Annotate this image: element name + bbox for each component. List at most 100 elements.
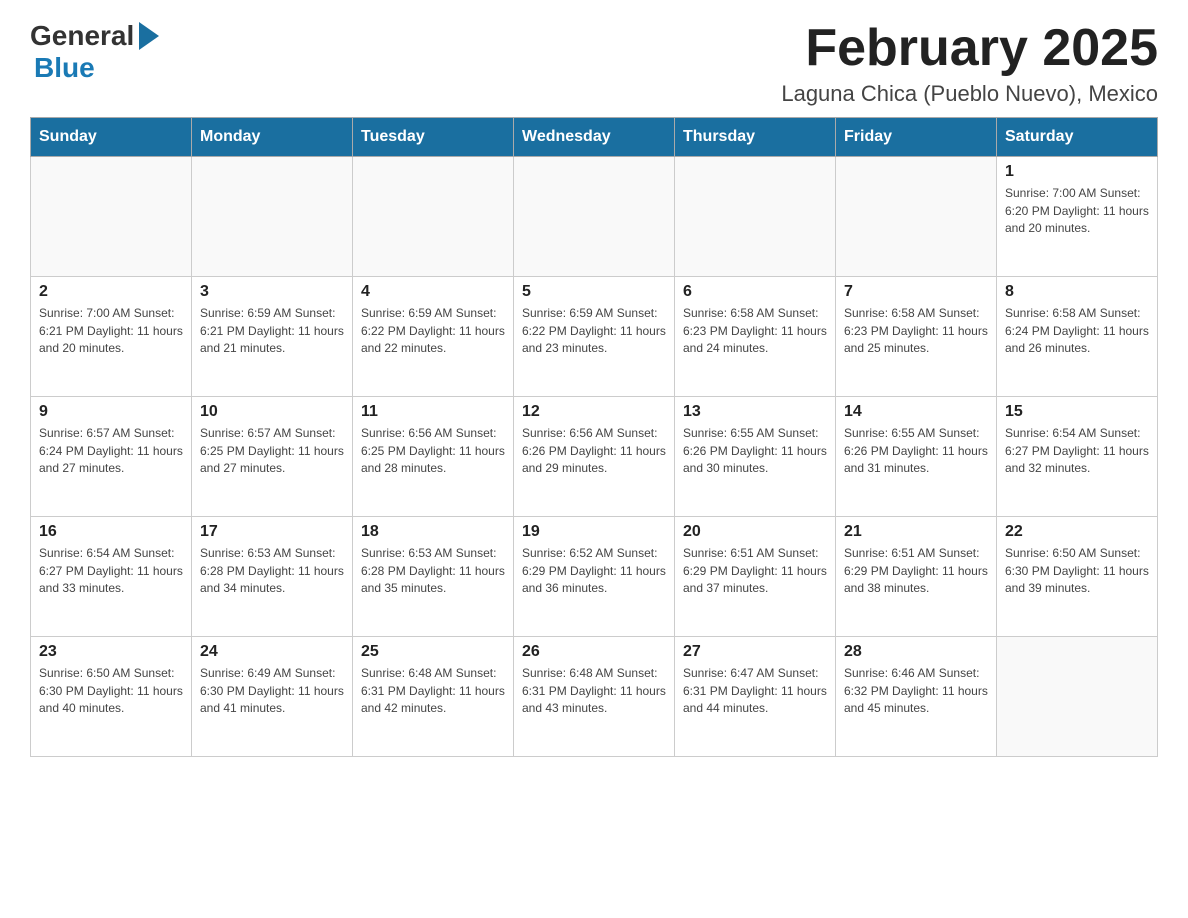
calendar-cell: 3 Sunrise: 6:59 AM Sunset: 6:21 PM Daylig…: [192, 277, 353, 397]
day-info: Sunrise: 6:53 AM Sunset: 6:28 PM Dayligh…: [200, 545, 344, 597]
calendar-cell: [514, 157, 675, 277]
day-number: 1: [1005, 163, 1149, 181]
week-row-4: 16Sunrise: 6:54 AM Sunset: 6:27 PM Dayli…: [31, 517, 1158, 637]
day-info: Sunrise: 6:51 AM Sunset: 6:29 PM Dayligh…: [683, 545, 827, 597]
calendar-cell: [675, 157, 836, 277]
logo-blue-text: Blue: [34, 52, 95, 83]
day-number: 28: [844, 643, 988, 661]
calendar-cell: 7 Sunrise: 6:58 AM Sunset: 6:23 PM Daylig…: [836, 277, 997, 397]
day-number: 18: [361, 523, 505, 541]
location-title: Laguna Chica (Pueblo Nuevo), Mexico: [781, 81, 1158, 107]
calendar-cell: 11 Sunrise: 6:56 AM Sunset: 6:25 PM Dayli…: [353, 397, 514, 517]
day-number: 15: [1005, 403, 1149, 421]
title-section: February 2025 Laguna Chica (Pueblo Nuevo…: [781, 20, 1158, 107]
calendar-cell: 20Sunrise: 6:51 AM Sunset: 6:29 PM Dayli…: [675, 517, 836, 637]
day-info: Sunrise: 6:58 AM Sunset: 6:23 PM Dayligh…: [844, 305, 988, 357]
day-info: Sunrise: 6:54 AM Sunset: 6:27 PM Dayligh…: [1005, 425, 1149, 477]
day-number: 5: [522, 283, 666, 301]
day-number: 2: [39, 283, 183, 301]
calendar-cell: [836, 157, 997, 277]
day-info: Sunrise: 6:53 AM Sunset: 6:28 PM Dayligh…: [361, 545, 505, 597]
day-number: 14: [844, 403, 988, 421]
calendar-cell: [353, 157, 514, 277]
day-info: Sunrise: 6:56 AM Sunset: 6:25 PM Dayligh…: [361, 425, 505, 477]
week-row-3: 9 Sunrise: 6:57 AM Sunset: 6:24 PM Daylig…: [31, 397, 1158, 517]
calendar-cell: 5Sunrise: 6:59 AM Sunset: 6:22 PM Daylig…: [514, 277, 675, 397]
day-info: Sunrise: 7:00 AM Sunset: 6:20 PM Dayligh…: [1005, 185, 1149, 237]
header-monday: Monday: [192, 118, 353, 157]
calendar-cell: [192, 157, 353, 277]
day-number: 8: [1005, 283, 1149, 301]
day-number: 11: [361, 403, 505, 421]
day-number: 23: [39, 643, 183, 661]
day-info: Sunrise: 6:56 AM Sunset: 6:26 PM Dayligh…: [522, 425, 666, 477]
day-number: 9: [39, 403, 183, 421]
day-info: Sunrise: 6:52 AM Sunset: 6:29 PM Dayligh…: [522, 545, 666, 597]
day-info: Sunrise: 6:50 AM Sunset: 6:30 PM Dayligh…: [1005, 545, 1149, 597]
day-info: Sunrise: 6:46 AM Sunset: 6:32 PM Dayligh…: [844, 665, 988, 717]
header-thursday: Thursday: [675, 118, 836, 157]
logo-arrow-icon: [137, 22, 159, 50]
calendar-cell: 19 Sunrise: 6:52 AM Sunset: 6:29 PM Dayli…: [514, 517, 675, 637]
day-info: Sunrise: 6:48 AM Sunset: 6:31 PM Dayligh…: [522, 665, 666, 717]
day-info: Sunrise: 6:59 AM Sunset: 6:21 PM Dayligh…: [200, 305, 344, 357]
calendar-cell: 23 Sunrise: 6:50 AM Sunset: 6:30 PM Dayli…: [31, 637, 192, 757]
calendar-cell: 10 Sunrise: 6:57 AM Sunset: 6:25 PM Dayli…: [192, 397, 353, 517]
calendar-cell: 1 Sunrise: 7:00 AM Sunset: 6:20 PM Daylig…: [997, 157, 1158, 277]
calendar-cell: 25Sunrise: 6:48 AM Sunset: 6:31 PM Dayli…: [353, 637, 514, 757]
header-saturday: Saturday: [997, 118, 1158, 157]
calendar-cell: 22 Sunrise: 6:50 AM Sunset: 6:30 PM Dayli…: [997, 517, 1158, 637]
day-number: 22: [1005, 523, 1149, 541]
weekday-header-row: Sunday Monday Tuesday Wednesday Thursday…: [31, 118, 1158, 157]
day-number: 10: [200, 403, 344, 421]
day-number: 7: [844, 283, 988, 301]
day-info: Sunrise: 6:51 AM Sunset: 6:29 PM Dayligh…: [844, 545, 988, 597]
calendar-cell: 18 Sunrise: 6:53 AM Sunset: 6:28 PM Dayli…: [353, 517, 514, 637]
calendar-cell: 15 Sunrise: 6:54 AM Sunset: 6:27 PM Dayli…: [997, 397, 1158, 517]
day-number: 27: [683, 643, 827, 661]
page-header: General Blue February 2025 Laguna Chica …: [30, 20, 1158, 107]
day-number: 26: [522, 643, 666, 661]
day-number: 3: [200, 283, 344, 301]
day-number: 17: [200, 523, 344, 541]
day-number: 4: [361, 283, 505, 301]
day-info: Sunrise: 6:54 AM Sunset: 6:27 PM Dayligh…: [39, 545, 183, 597]
calendar-cell: 6 Sunrise: 6:58 AM Sunset: 6:23 PM Daylig…: [675, 277, 836, 397]
day-number: 6: [683, 283, 827, 301]
calendar-cell: 28 Sunrise: 6:46 AM Sunset: 6:32 PM Dayli…: [836, 637, 997, 757]
month-title: February 2025: [781, 20, 1158, 77]
day-number: 12: [522, 403, 666, 421]
calendar-cell: 2Sunrise: 7:00 AM Sunset: 6:21 PM Daylig…: [31, 277, 192, 397]
calendar-table: Sunday Monday Tuesday Wednesday Thursday…: [30, 117, 1158, 757]
calendar-cell: 26 Sunrise: 6:48 AM Sunset: 6:31 PM Dayli…: [514, 637, 675, 757]
day-info: Sunrise: 6:50 AM Sunset: 6:30 PM Dayligh…: [39, 665, 183, 717]
day-number: 19: [522, 523, 666, 541]
calendar-cell: 8Sunrise: 6:58 AM Sunset: 6:24 PM Daylig…: [997, 277, 1158, 397]
calendar-cell: 12 Sunrise: 6:56 AM Sunset: 6:26 PM Dayli…: [514, 397, 675, 517]
header-tuesday: Tuesday: [353, 118, 514, 157]
day-info: Sunrise: 6:57 AM Sunset: 6:25 PM Dayligh…: [200, 425, 344, 477]
week-row-5: 23 Sunrise: 6:50 AM Sunset: 6:30 PM Dayli…: [31, 637, 1158, 757]
calendar-cell: 24 Sunrise: 6:49 AM Sunset: 6:30 PM Dayli…: [192, 637, 353, 757]
day-info: Sunrise: 6:58 AM Sunset: 6:23 PM Dayligh…: [683, 305, 827, 357]
header-wednesday: Wednesday: [514, 118, 675, 157]
logo: General Blue: [30, 20, 159, 84]
calendar-cell: 9 Sunrise: 6:57 AM Sunset: 6:24 PM Daylig…: [31, 397, 192, 517]
calendar-cell: 4Sunrise: 6:59 AM Sunset: 6:22 PM Daylig…: [353, 277, 514, 397]
calendar-cell: 14 Sunrise: 6:55 AM Sunset: 6:26 PM Dayli…: [836, 397, 997, 517]
day-info: Sunrise: 6:55 AM Sunset: 6:26 PM Dayligh…: [844, 425, 988, 477]
calendar-cell: 21 Sunrise: 6:51 AM Sunset: 6:29 PM Dayli…: [836, 517, 997, 637]
calendar-cell: 17 Sunrise: 6:53 AM Sunset: 6:28 PM Dayli…: [192, 517, 353, 637]
week-row-2: 2Sunrise: 7:00 AM Sunset: 6:21 PM Daylig…: [31, 277, 1158, 397]
day-info: Sunrise: 6:55 AM Sunset: 6:26 PM Dayligh…: [683, 425, 827, 477]
day-number: 25: [361, 643, 505, 661]
calendar-cell: [31, 157, 192, 277]
day-info: Sunrise: 6:57 AM Sunset: 6:24 PM Dayligh…: [39, 425, 183, 477]
day-info: Sunrise: 6:49 AM Sunset: 6:30 PM Dayligh…: [200, 665, 344, 717]
logo-general-text: General: [30, 20, 134, 52]
day-number: 24: [200, 643, 344, 661]
day-info: Sunrise: 6:47 AM Sunset: 6:31 PM Dayligh…: [683, 665, 827, 717]
day-number: 21: [844, 523, 988, 541]
header-sunday: Sunday: [31, 118, 192, 157]
week-row-1: 1 Sunrise: 7:00 AM Sunset: 6:20 PM Daylig…: [31, 157, 1158, 277]
